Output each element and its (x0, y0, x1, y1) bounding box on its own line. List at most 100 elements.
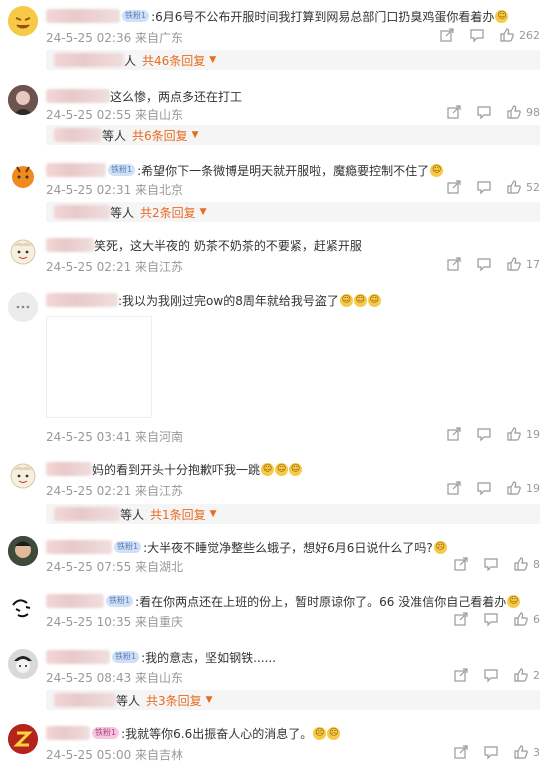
username[interactable] (46, 540, 112, 554)
username[interactable] (46, 462, 92, 476)
comment-image[interactable] (46, 316, 152, 418)
share-button[interactable] (453, 556, 469, 572)
comment-button[interactable] (469, 27, 485, 43)
comment-button[interactable] (476, 426, 492, 442)
comment-icon (477, 106, 491, 120)
avatar[interactable] (8, 460, 38, 490)
comment-text: :我的意志，坚如钢铁...... (141, 650, 277, 665)
chevron-down-icon: ▼ (191, 130, 199, 140)
reply-summary[interactable]: 等人 共6条回复 ▼ (46, 125, 540, 145)
username[interactable] (46, 9, 120, 23)
chevron-down-icon: ▼ (209, 55, 217, 65)
emoji-icon: ☺ (507, 594, 521, 608)
share-icon (454, 612, 468, 626)
reply-users (54, 693, 116, 707)
share-icon (454, 745, 468, 759)
more-replies-link[interactable]: 共46条回复 (142, 52, 205, 69)
username[interactable] (46, 650, 110, 664)
like-button[interactable]: 262 (499, 27, 540, 43)
like-count: 2 (533, 668, 540, 682)
username[interactable] (46, 293, 118, 307)
comment-button[interactable] (476, 256, 492, 272)
avatar[interactable] (8, 236, 38, 266)
like-button[interactable]: 8 (513, 556, 540, 572)
username[interactable] (46, 726, 90, 740)
share-button[interactable] (446, 179, 462, 195)
chevron-down-icon: ▼ (199, 207, 207, 217)
more-replies-link[interactable]: 共1条回复 (150, 506, 206, 523)
comment-button[interactable] (483, 667, 499, 683)
like-button[interactable]: 2 (513, 667, 540, 683)
like-button[interactable]: 19 (506, 480, 540, 496)
fan-badge: 铁粉1 (106, 595, 134, 607)
thumbs-up-icon (514, 745, 528, 759)
more-replies-link[interactable]: 共2条回复 (140, 204, 196, 221)
comment-icon (484, 669, 498, 683)
comment-text: 妈的看到开头十分抱歉吓我一跳 (92, 462, 261, 477)
share-button[interactable] (453, 744, 469, 760)
comment-text: :希望你下一条微博是明天就开服啦，魔瘾要控制不住了 (137, 163, 430, 178)
like-button[interactable]: 17 (506, 256, 540, 272)
emoji-icon: ☺ (339, 293, 353, 307)
more-replies-link[interactable]: 共6条回复 (132, 127, 188, 144)
comment-text: 这么惨，两点多还在打工 (110, 89, 243, 104)
like-button[interactable]: 52 (506, 179, 540, 195)
reply-summary[interactable]: 等人 共3条回复 ▼ (46, 690, 540, 710)
username[interactable] (46, 238, 94, 252)
comment-button[interactable] (483, 744, 499, 760)
reply-summary[interactable]: 人 共46条回复 ▼ (46, 50, 540, 70)
avatar[interactable] (8, 593, 38, 623)
share-button[interactable] (446, 480, 462, 496)
like-button[interactable]: 6 (513, 611, 540, 627)
avatar[interactable] (8, 85, 38, 115)
comment-button[interactable] (483, 611, 499, 627)
comment-text: :我就等你6.6出振奋人心的消息了。 (121, 726, 313, 741)
like-button[interactable]: 3 (513, 744, 540, 760)
more-replies-link[interactable]: 共3条回复 (146, 692, 202, 709)
laughing-emoji-icon: ☺ (430, 163, 444, 177)
share-button[interactable] (439, 27, 455, 43)
like-button[interactable]: 98 (506, 104, 540, 120)
reply-prefix: 等人 (102, 128, 127, 143)
thumbs-up-icon (507, 427, 521, 441)
share-icon (447, 180, 461, 194)
comment-icon (470, 29, 484, 43)
comment-meta: 24-5-25 02:21 来自江苏 (46, 484, 184, 498)
fan-badge: 铁粉1 (108, 164, 136, 176)
like-count: 17 (526, 257, 540, 271)
like-count: 19 (526, 427, 540, 441)
comment-button[interactable] (476, 179, 492, 195)
share-button[interactable] (446, 256, 462, 272)
avatar[interactable] (8, 160, 38, 190)
like-button[interactable]: 19 (506, 426, 540, 442)
thumbs-up-icon (507, 257, 521, 271)
comment-meta: 24-5-25 08:43 来自山东 (46, 671, 184, 685)
share-button[interactable] (446, 426, 462, 442)
username[interactable] (46, 163, 106, 177)
like-count: 19 (526, 481, 540, 495)
comment-button[interactable] (476, 104, 492, 120)
avatar[interactable] (8, 724, 38, 754)
reply-users (54, 128, 102, 142)
comment-meta: 24-5-25 10:35 来自重庆 (46, 615, 184, 629)
reply-summary[interactable]: 等人 共2条回复 ▼ (46, 202, 540, 222)
reply-prefix: 等人 (110, 205, 135, 220)
avatar[interactable] (8, 536, 38, 566)
reply-summary[interactable]: 等人 共1条回复 ▼ (46, 504, 540, 524)
fan-badge: 铁粉1 (122, 10, 150, 22)
comment-icon (484, 613, 498, 627)
comment-button[interactable] (476, 480, 492, 496)
comment-icon (477, 258, 491, 272)
username[interactable] (46, 594, 104, 608)
share-button[interactable] (453, 611, 469, 627)
comment-meta: 24-5-25 03:41 来自河南 (46, 430, 184, 444)
username[interactable] (46, 89, 110, 103)
avatar[interactable] (8, 292, 38, 322)
comment-icon (477, 428, 491, 442)
avatar[interactable] (8, 6, 38, 36)
share-button[interactable] (446, 104, 462, 120)
share-button[interactable] (453, 667, 469, 683)
avatar[interactable] (8, 649, 38, 679)
comment-button[interactable] (483, 556, 499, 572)
emoji-icon: ☺ (353, 293, 367, 307)
